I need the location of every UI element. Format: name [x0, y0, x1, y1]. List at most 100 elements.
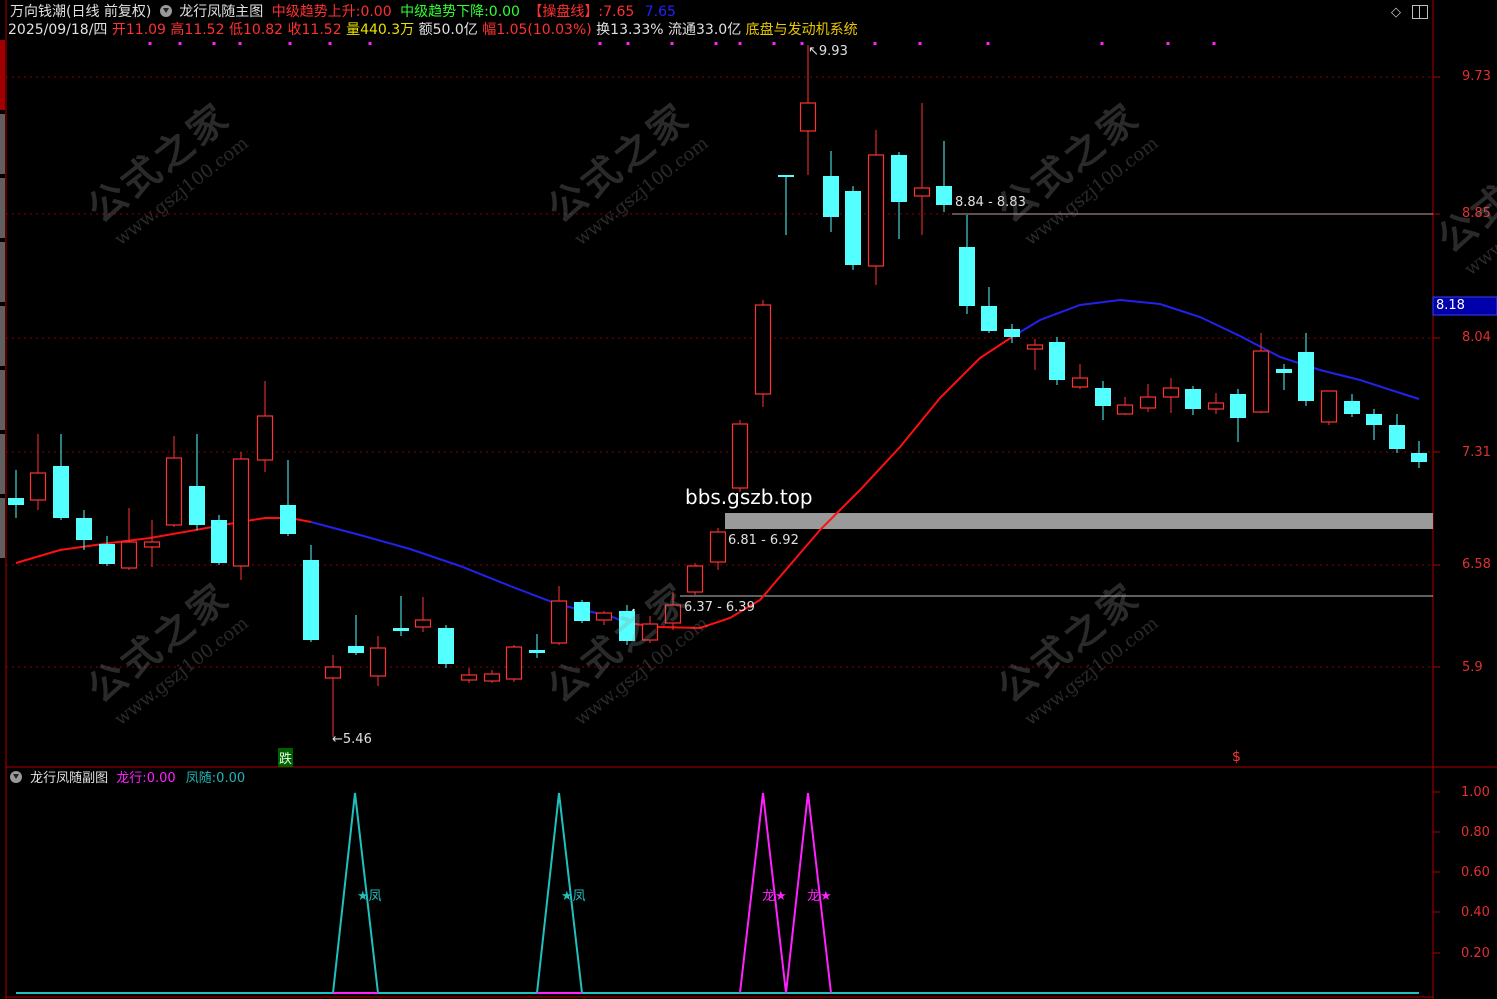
high-marker: ↖9.93 [808, 44, 848, 59]
candle [189, 434, 205, 530]
indicator-name[interactable]: 龙行凤随主图 [179, 4, 263, 20]
candle-body [1298, 352, 1314, 401]
candle-body [1320, 390, 1338, 423]
candle [8, 470, 24, 518]
candle [867, 130, 885, 285]
signal-s-badge: $ [1232, 749, 1241, 765]
candle-body [529, 650, 545, 653]
candle [845, 186, 861, 270]
candle [959, 215, 975, 314]
quote-open-label: 开 [111, 22, 126, 38]
left-edge-tabs[interactable] [0, 40, 5, 615]
candle-body [686, 565, 704, 593]
arrow-left-icon: ↖ [808, 44, 819, 59]
candle [1207, 393, 1225, 414]
down-trend-value: 0.00 [488, 4, 520, 20]
signal-dot [288, 42, 292, 45]
candle-body [913, 187, 931, 197]
dropdown-icon[interactable] [159, 5, 172, 17]
low-marker: ←5.46 [332, 732, 372, 747]
pan-line-value-blue: 7.65 [644, 4, 676, 20]
candle [823, 151, 839, 232]
candle-body [1049, 342, 1065, 380]
candle [799, 45, 817, 175]
up-trend-value: 0.00 [360, 4, 392, 20]
candle [1276, 364, 1292, 390]
candle [936, 141, 952, 212]
signal-dot [178, 42, 182, 45]
quote-high-label: 高 [170, 22, 185, 38]
candle-body [799, 102, 817, 132]
long-marker: 龙★ [807, 889, 832, 904]
candle [324, 655, 342, 737]
sub-panel-title[interactable]: 龙行凤随副图 [30, 771, 108, 786]
candle [460, 668, 478, 683]
candle [1389, 414, 1405, 453]
candle-body [256, 415, 274, 461]
quote-close-label: 收 [287, 22, 302, 38]
header-bar: 万向钱潮(日线 前复权) 龙行凤随主图 中级趋势上升:0.00 中级趋势下降:0… [10, 3, 676, 21]
candle [709, 528, 727, 570]
signal-dot [800, 42, 804, 45]
candle [550, 586, 568, 645]
long-marker: 龙★ [762, 889, 787, 904]
candle [232, 452, 250, 580]
candle-body [1344, 401, 1360, 414]
signal-dot [738, 42, 742, 45]
feng-marker: ★凤 [561, 889, 586, 904]
candle-body [1139, 396, 1157, 409]
candle-body [891, 155, 907, 202]
candle [348, 615, 364, 655]
signal-dot [368, 42, 372, 45]
candle [143, 520, 161, 567]
candle [211, 515, 227, 565]
candle-body [120, 541, 138, 569]
quote-close: 11.52 [301, 22, 342, 38]
candle [1411, 441, 1427, 468]
quote-low: 10.82 [242, 22, 284, 38]
candle [1185, 386, 1201, 415]
axis-tick: 5.9 [1462, 660, 1483, 675]
down-trend-label: 中级趋势下降: [400, 4, 489, 20]
quote-amt: 50.0亿 [432, 22, 478, 38]
candle-body [414, 619, 432, 628]
quote-open: 11.09 [125, 22, 166, 38]
diamond-icon[interactable]: ◇ [1391, 5, 1401, 20]
candle-body [1366, 414, 1382, 425]
candle-body [76, 518, 92, 540]
signal-dot [238, 42, 242, 45]
candle-body [483, 673, 501, 682]
candle-body [438, 628, 454, 664]
candle [1095, 381, 1111, 420]
app-title: 万向钱潮(日线 前复权) [10, 4, 152, 20]
candle-body [1071, 377, 1089, 388]
candle [754, 300, 772, 407]
candle-body [936, 186, 952, 205]
candle-body [211, 520, 227, 563]
candle [1320, 390, 1338, 425]
ma-segment-up [15, 517, 312, 564]
dropdown-icon[interactable] [10, 771, 22, 783]
signal-dot [873, 42, 877, 45]
candle-body [143, 541, 161, 548]
long-label: 龙行: [116, 771, 147, 786]
candle-body [981, 306, 997, 331]
candle-body [845, 191, 861, 265]
candle [1162, 378, 1180, 413]
feng-value: 0.00 [216, 771, 246, 786]
up-trend-label: 中级趋势上升: [271, 4, 361, 20]
sub-axis-tick: 0.20 [1461, 946, 1490, 961]
candle [1116, 397, 1134, 415]
candle-body [1026, 344, 1044, 350]
candle-body [505, 646, 523, 680]
candle-body [1162, 387, 1180, 398]
candle-body [303, 560, 319, 640]
ma-segment-up [626, 336, 1013, 630]
candle-body [754, 304, 772, 395]
candle [1366, 409, 1382, 440]
system-name: 底盘与发动机系统 [745, 22, 858, 38]
window-toggle-icon[interactable] [1412, 5, 1428, 19]
candle-body [709, 531, 727, 563]
quote-low-label: 低 [228, 22, 243, 38]
quote-vol: 440.3万 [360, 22, 415, 38]
